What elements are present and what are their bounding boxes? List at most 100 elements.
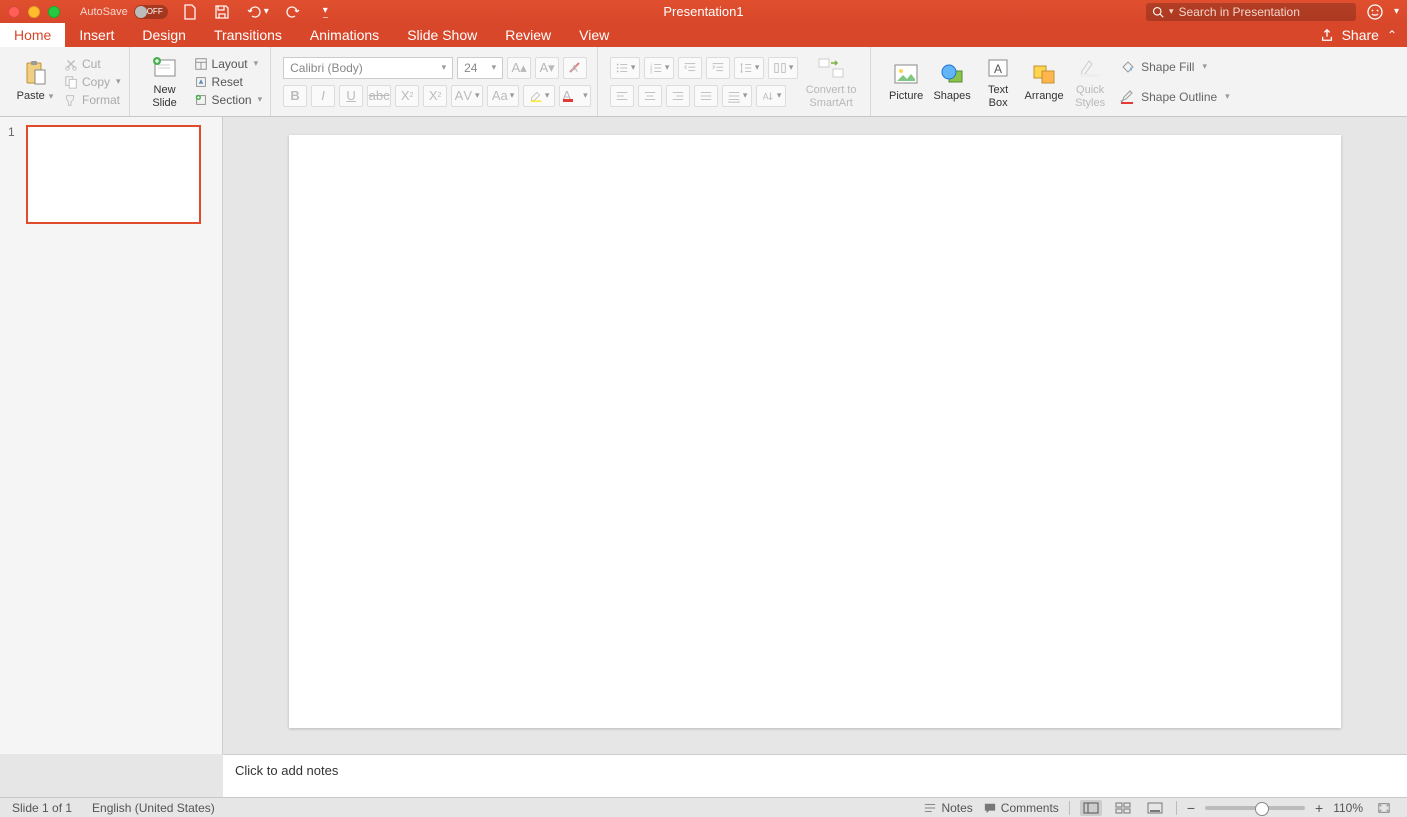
slide-thumbnail-panel[interactable]: 1 <box>0 117 223 754</box>
shape-fill-button[interactable]: Shape Fill▾ <box>1117 57 1232 77</box>
ribbon: Paste▾ Cut Copy▾ Format New Slide Layout… <box>0 47 1407 117</box>
section-button[interactable]: Section▾ <box>192 92 265 108</box>
notes-toggle[interactable]: Notes <box>923 801 972 815</box>
layout-button[interactable]: Layout▾ <box>192 56 265 72</box>
text-direction-button[interactable]: A▾ <box>756 85 786 107</box>
shapes-button[interactable]: Shapes <box>929 51 975 113</box>
search-box[interactable]: ▾ <box>1146 3 1356 21</box>
notes-pane[interactable]: Click to add notes <box>223 754 1407 797</box>
collapse-ribbon[interactable]: ⌃ <box>1387 28 1397 42</box>
font-size-select[interactable]: 24▾ <box>457 57 503 79</box>
font-color-button[interactable]: A▾ <box>559 85 591 107</box>
autosave-switch[interactable]: OFF <box>134 5 168 19</box>
increase-indent-button[interactable] <box>706 57 730 79</box>
shape-outline-button[interactable]: Shape Outline▾ <box>1117 87 1232 107</box>
notes-icon <box>923 802 937 814</box>
decrease-font-button[interactable]: A▾ <box>535 57 559 79</box>
distribute-button[interactable]: ▾ <box>722 85 752 107</box>
undo-button[interactable]: ▾ <box>246 4 269 20</box>
numbering-button[interactable]: 123▾ <box>644 57 674 79</box>
bucket-icon <box>1119 59 1135 75</box>
subscript-button[interactable]: X2 <box>423 85 447 107</box>
highlight-color-button[interactable]: ▾ <box>523 85 555 107</box>
close-window-button[interactable] <box>8 6 20 18</box>
fit-to-window-button[interactable] <box>1373 800 1395 816</box>
pen-icon <box>1119 89 1135 105</box>
svg-text:A: A <box>571 64 578 75</box>
comments-toggle[interactable]: Comments <box>983 801 1059 815</box>
tab-slideshow[interactable]: Slide Show <box>393 23 491 47</box>
increase-font-button[interactable]: A▴ <box>507 57 531 79</box>
notes-placeholder: Click to add notes <box>235 763 338 778</box>
window-title: Presentation1 <box>663 4 743 19</box>
language-indicator[interactable]: English (United States) <box>92 801 215 815</box>
justify-button[interactable] <box>694 85 718 107</box>
underline-button[interactable]: U <box>339 85 363 107</box>
quick-styles-button[interactable]: Quick Styles <box>1067 51 1113 113</box>
slide-number: 1 <box>8 125 18 224</box>
tab-view[interactable]: View <box>565 23 623 47</box>
save-icon[interactable] <box>214 4 230 20</box>
slide-thumbnail-1[interactable]: 1 <box>8 125 214 224</box>
zoom-level[interactable]: 110% <box>1333 801 1363 815</box>
share-icon <box>1320 28 1334 42</box>
format-painter-button[interactable]: Format <box>62 92 123 108</box>
status-bar: Slide 1 of 1 English (United States) Not… <box>0 797 1407 817</box>
zoom-out-button[interactable]: − <box>1187 800 1195 816</box>
picture-button[interactable]: Picture <box>883 51 929 113</box>
arrange-button[interactable]: Arrange <box>1021 51 1067 113</box>
line-spacing-button[interactable]: ▾ <box>734 57 764 79</box>
font-family-select[interactable]: Calibri (Body)▾ <box>283 57 453 79</box>
change-case-button[interactable]: Aa▾ <box>487 85 519 107</box>
bold-button[interactable]: B <box>283 85 307 107</box>
autosave-toggle[interactable]: AutoSave OFF <box>80 5 168 19</box>
decrease-indent-button[interactable] <box>678 57 702 79</box>
feedback-icon[interactable] <box>1366 3 1384 21</box>
character-spacing-button[interactable]: AV▾ <box>451 85 483 107</box>
qat-customize[interactable]: ▾ <box>323 5 328 18</box>
maximize-window-button[interactable] <box>48 6 60 18</box>
reading-view-button[interactable] <box>1144 800 1166 816</box>
copy-button[interactable]: Copy▾ <box>62 74 123 90</box>
zoom-slider[interactable] <box>1205 806 1305 810</box>
tab-transitions[interactable]: Transitions <box>200 23 296 47</box>
normal-view-button[interactable] <box>1080 800 1102 816</box>
tab-animations[interactable]: Animations <box>296 23 393 47</box>
tab-home[interactable]: Home <box>0 23 65 47</box>
file-icon[interactable] <box>182 4 198 20</box>
tab-review[interactable]: Review <box>491 23 565 47</box>
align-left-button[interactable] <box>610 85 634 107</box>
italic-button[interactable]: I <box>311 85 335 107</box>
search-input[interactable] <box>1179 5 1350 19</box>
zoom-in-button[interactable]: + <box>1315 800 1323 816</box>
thumbnail-preview[interactable] <box>26 125 201 224</box>
paragraph-group: ▾ 123▾ ▾ ▾ ▾ A▾ Convert to SmartArt <box>604 47 871 116</box>
text-box-button[interactable]: A Text Box <box>975 51 1021 113</box>
tab-design[interactable]: Design <box>128 23 200 47</box>
account-menu[interactable]: ▾ <box>1394 6 1399 17</box>
bullets-button[interactable]: ▾ <box>610 57 640 79</box>
cut-button[interactable]: Cut <box>62 56 123 72</box>
slide-indicator[interactable]: Slide 1 of 1 <box>12 801 72 815</box>
align-right-button[interactable] <box>666 85 690 107</box>
main-area: 1 <box>0 117 1407 754</box>
new-slide-button[interactable]: New Slide <box>142 51 188 113</box>
slide-canvas[interactable] <box>223 117 1407 754</box>
strikethrough-button[interactable]: abc <box>367 85 391 107</box>
clear-formatting-button[interactable]: A <box>563 57 587 79</box>
align-center-button[interactable] <box>638 85 662 107</box>
slide[interactable] <box>289 135 1341 728</box>
reset-button[interactable]: Reset <box>192 74 265 90</box>
paste-button[interactable]: Paste▾ <box>12 51 58 113</box>
share-button[interactable]: Share <box>1342 27 1379 43</box>
tab-insert[interactable]: Insert <box>65 23 128 47</box>
convert-smartart-button[interactable]: Convert to SmartArt <box>798 51 864 113</box>
slide-sorter-button[interactable] <box>1112 800 1134 816</box>
quick-access-toolbar: ▾ ▾ <box>182 4 328 20</box>
minimize-window-button[interactable] <box>28 6 40 18</box>
superscript-button[interactable]: X2 <box>395 85 419 107</box>
columns-button[interactable]: ▾ <box>768 57 798 79</box>
font-group: Calibri (Body)▾ 24▾ A▴ A▾ A B I U abc X2… <box>277 47 598 116</box>
redo-button[interactable] <box>285 4 301 20</box>
comments-icon <box>983 802 997 814</box>
